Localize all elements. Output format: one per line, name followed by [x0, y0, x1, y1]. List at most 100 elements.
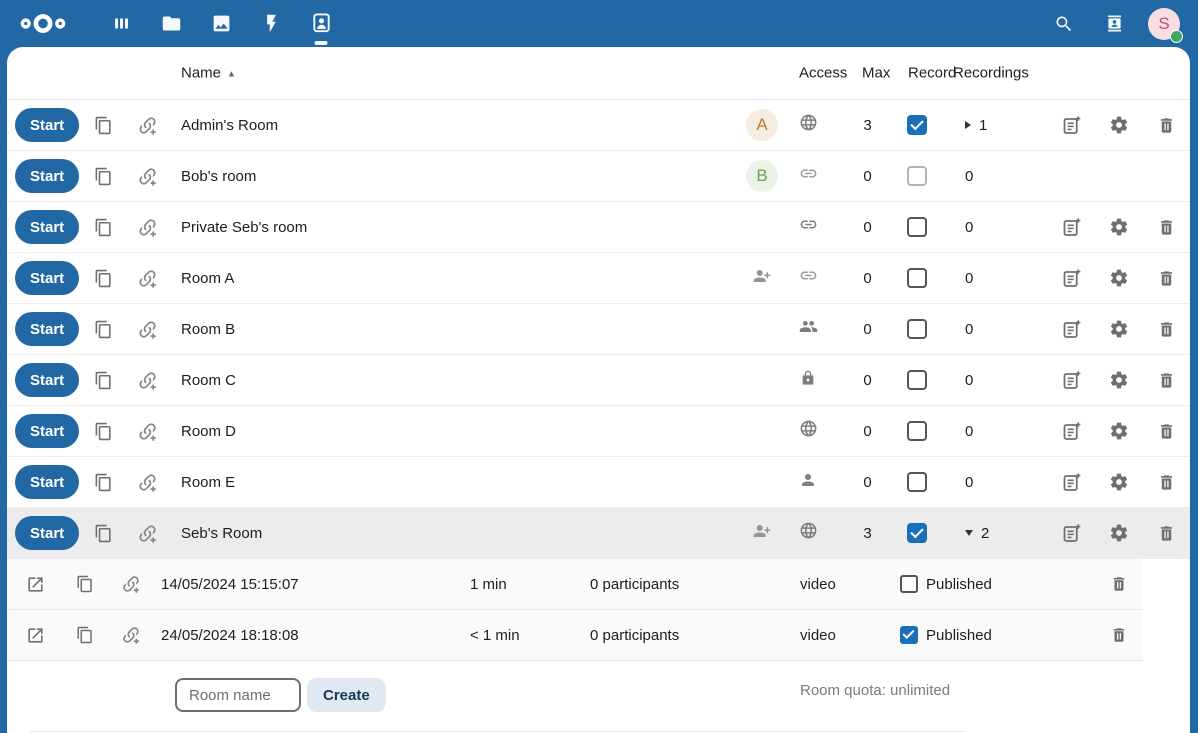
start-button[interactable]: Start	[15, 159, 79, 193]
delete-room-icon[interactable]	[1157, 422, 1176, 441]
contacts-icon[interactable]	[1089, 0, 1139, 47]
delete-room-icon[interactable]	[1157, 116, 1176, 135]
delete-room-icon[interactable]	[1157, 524, 1176, 543]
settings-gear-icon[interactable]	[1109, 370, 1129, 390]
room-name: Seb's Room	[171, 508, 738, 558]
app-dashboard-icon[interactable]	[96, 0, 146, 47]
add-link-icon[interactable]	[121, 574, 141, 594]
record-checkbox[interactable]	[907, 472, 927, 492]
nextcloud-logo[interactable]	[20, 11, 66, 36]
create-room-footer: Create Room quota: unlimited	[7, 661, 1190, 733]
copy-link-icon[interactable]	[76, 575, 94, 593]
delete-room-icon[interactable]	[1157, 218, 1176, 237]
add-link-icon[interactable]	[137, 166, 158, 187]
add-link-icon[interactable]	[137, 268, 158, 289]
start-button[interactable]: Start	[15, 312, 79, 346]
add-link-icon[interactable]	[137, 115, 158, 136]
column-header-name[interactable]: Name▲	[181, 65, 236, 82]
copy-link-icon[interactable]	[76, 626, 94, 644]
max-participants: 3	[830, 100, 905, 150]
add-link-icon[interactable]	[137, 523, 158, 544]
room-name: Private Seb's room	[171, 202, 738, 252]
start-button[interactable]: Start	[15, 516, 79, 550]
recordings-subtable: 14/05/2024 15:15:07 1 min 0 participants…	[7, 559, 1143, 661]
start-button[interactable]: Start	[15, 210, 79, 244]
start-button[interactable]: Start	[15, 363, 79, 397]
record-checkbox[interactable]	[907, 523, 927, 543]
delete-room-icon[interactable]	[1157, 371, 1176, 390]
room-row: Start Admin's Room A 3 1	[7, 100, 1190, 151]
delete-room-icon[interactable]	[1157, 320, 1176, 339]
published-checkbox[interactable]	[900, 626, 918, 644]
published-checkbox[interactable]	[900, 575, 918, 593]
copy-link-icon[interactable]	[94, 524, 113, 543]
edit-room-icon[interactable]	[1061, 217, 1082, 238]
settings-gear-icon[interactable]	[1109, 472, 1129, 492]
edit-room-icon[interactable]	[1061, 319, 1082, 340]
settings-gear-icon[interactable]	[1109, 319, 1129, 339]
delete-room-icon[interactable]	[1157, 473, 1176, 492]
copy-link-icon[interactable]	[94, 473, 113, 492]
copy-link-icon[interactable]	[94, 218, 113, 237]
add-link-icon[interactable]	[137, 319, 158, 340]
add-link-icon[interactable]	[137, 472, 158, 493]
copy-link-icon[interactable]	[94, 167, 113, 186]
copy-link-icon[interactable]	[94, 269, 113, 288]
max-participants: 3	[830, 508, 905, 558]
edit-room-icon[interactable]	[1061, 268, 1082, 289]
record-checkbox[interactable]	[907, 268, 927, 288]
recordings-count: 0	[929, 304, 1047, 354]
start-button[interactable]: Start	[15, 108, 79, 142]
edit-room-icon[interactable]	[1061, 523, 1082, 544]
open-in-new-icon[interactable]	[26, 575, 45, 594]
room-name-input[interactable]	[175, 678, 301, 712]
add-link-icon[interactable]	[137, 370, 158, 391]
copy-link-icon[interactable]	[94, 320, 113, 339]
edit-room-icon[interactable]	[1061, 115, 1082, 136]
record-checkbox[interactable]	[907, 319, 927, 339]
add-link-icon[interactable]	[137, 421, 158, 442]
create-room-button[interactable]: Create	[307, 678, 386, 712]
add-link-icon[interactable]	[121, 625, 141, 645]
app-photos-icon[interactable]	[196, 0, 246, 47]
room-name: Room C	[171, 355, 738, 405]
record-checkbox[interactable]	[907, 115, 927, 135]
user-avatar[interactable]: S	[1148, 8, 1180, 40]
recording-participants: 0 participants	[581, 559, 791, 609]
search-icon[interactable]	[1039, 0, 1089, 47]
settings-gear-icon[interactable]	[1109, 421, 1129, 441]
app-files-folder-icon[interactable]	[146, 0, 196, 47]
collapsed-icon	[965, 121, 971, 129]
recordings-toggle[interactable]: 2	[929, 508, 1047, 558]
recording-type: video	[791, 610, 900, 660]
edit-room-icon[interactable]	[1061, 472, 1082, 493]
copy-link-icon[interactable]	[94, 422, 113, 441]
record-checkbox	[907, 166, 927, 186]
delete-recording-icon[interactable]	[1110, 575, 1128, 593]
settings-gear-icon[interactable]	[1109, 268, 1129, 288]
add-link-icon[interactable]	[137, 217, 158, 238]
app-meeting-rooms-icon[interactable]	[296, 0, 346, 47]
edit-room-icon[interactable]	[1061, 370, 1082, 391]
app-activity-lightning-icon[interactable]	[246, 0, 296, 47]
recording-duration: < 1 min	[461, 610, 581, 660]
record-checkbox[interactable]	[907, 421, 927, 441]
delete-recording-icon[interactable]	[1110, 626, 1128, 644]
open-in-new-icon[interactable]	[26, 626, 45, 645]
room-name: Room B	[171, 304, 738, 354]
record-checkbox[interactable]	[907, 217, 927, 237]
recordings-toggle[interactable]: 1	[929, 100, 1047, 150]
copy-link-icon[interactable]	[94, 371, 113, 390]
delete-room-icon[interactable]	[1157, 269, 1176, 288]
settings-gear-icon[interactable]	[1109, 523, 1129, 543]
record-checkbox[interactable]	[907, 370, 927, 390]
settings-gear-icon[interactable]	[1109, 217, 1129, 237]
edit-room-icon[interactable]	[1061, 421, 1082, 442]
recording-row: 14/05/2024 15:15:07 1 min 0 participants…	[7, 559, 1143, 610]
start-button[interactable]: Start	[15, 261, 79, 295]
start-button[interactable]: Start	[15, 465, 79, 499]
copy-link-icon[interactable]	[94, 116, 113, 135]
settings-gear-icon[interactable]	[1109, 115, 1129, 135]
start-button[interactable]: Start	[15, 414, 79, 448]
max-participants: 0	[830, 253, 905, 303]
